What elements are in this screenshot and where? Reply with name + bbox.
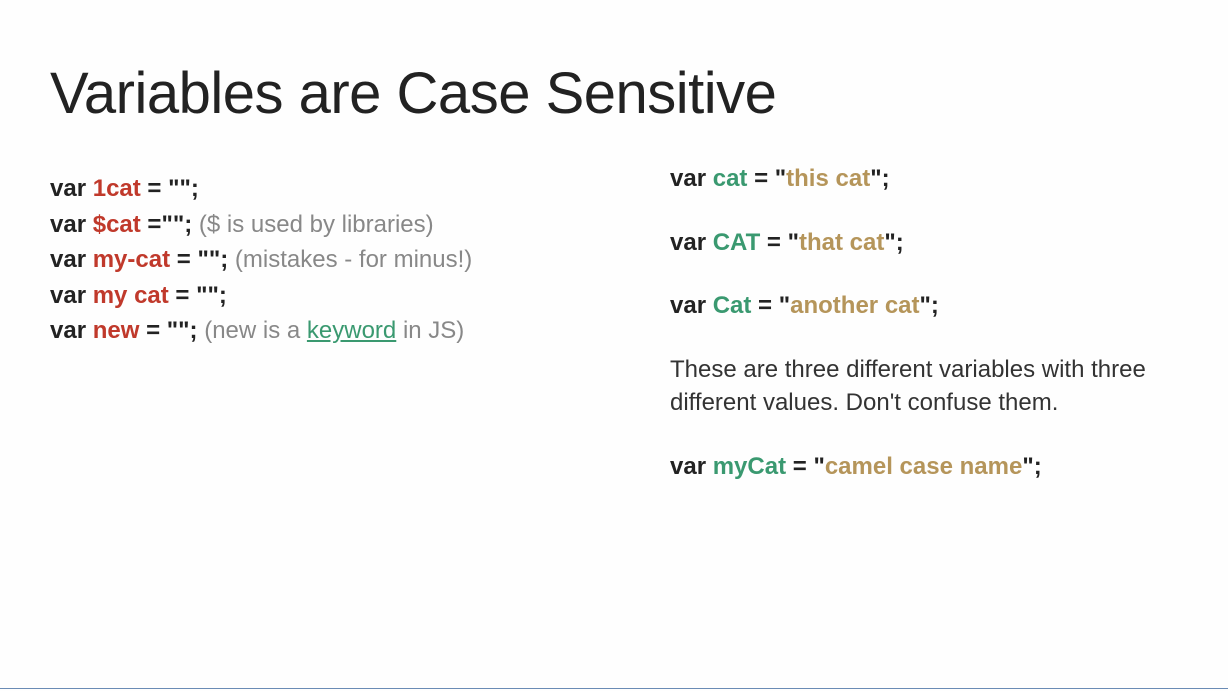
quote: " (775, 165, 786, 192)
good-variable-name: myCat (713, 453, 786, 480)
left-column: var 1cat = ""; var $cat =""; ($ is used … (50, 172, 610, 514)
content-columns: var 1cat = ""; var $cat =""; ($ is used … (50, 172, 1178, 514)
var-keyword: var (50, 211, 86, 238)
code-line: var CAT = "that cat"; (670, 226, 1178, 260)
code-line: var my cat = ""; (50, 279, 610, 313)
bad-variable-name: $cat (93, 211, 141, 238)
code-punct: = (170, 246, 197, 273)
code-punct: = (141, 211, 162, 238)
code-punct: = (747, 165, 774, 192)
code-string: "" (161, 211, 184, 238)
code-punct: = (139, 317, 166, 344)
good-variable-name: CAT (713, 229, 761, 256)
right-column: var cat = "this cat"; var CAT = "that ca… (670, 162, 1178, 514)
code-punct: ; (896, 229, 904, 256)
string-value: that cat (799, 229, 884, 256)
quote: " (788, 229, 799, 256)
bad-variable-name: new (93, 317, 140, 344)
bad-variable-name: my-cat (93, 246, 170, 273)
code-punct: ; (191, 175, 199, 202)
var-keyword: var (670, 292, 706, 319)
code-punct: = (760, 229, 787, 256)
code-line: var myCat = "camel case name"; (670, 450, 1178, 484)
code-comment: (new is a (198, 317, 307, 344)
quote: " (884, 229, 895, 256)
quote: " (813, 453, 824, 480)
code-punct: ; (190, 317, 198, 344)
string-value: another cat (790, 292, 919, 319)
bad-variable-name: my cat (93, 282, 169, 309)
var-keyword: var (50, 317, 86, 344)
string-value: this cat (786, 165, 870, 192)
code-string: "" (197, 246, 220, 273)
quote: " (920, 292, 931, 319)
code-comment: (mistakes - for minus!) (228, 246, 472, 273)
code-line: var 1cat = ""; (50, 172, 610, 206)
string-value: camel case name (825, 453, 1022, 480)
code-punct: ; (931, 292, 939, 319)
slide-title: Variables are Case Sensitive (50, 60, 1178, 127)
bad-variable-name: 1cat (93, 175, 141, 202)
code-string: "" (196, 282, 219, 309)
good-variable-name: Cat (713, 292, 752, 319)
code-string: "" (168, 175, 191, 202)
code-comment: ($ is used by libraries) (192, 211, 433, 238)
code-punct: ; (882, 165, 890, 192)
good-variable-name: cat (713, 165, 748, 192)
code-line: var Cat = "another cat"; (670, 289, 1178, 323)
quote: " (779, 292, 790, 319)
code-punct: ; (1034, 453, 1042, 480)
quote: " (1022, 453, 1033, 480)
code-punct: = (786, 453, 813, 480)
var-keyword: var (50, 246, 86, 273)
code-comment: in JS) (396, 317, 464, 344)
code-line: var new = ""; (new is a keyword in JS) (50, 314, 610, 348)
explanation-text: These are three different variables with… (670, 353, 1178, 420)
code-string: "" (167, 317, 190, 344)
var-keyword: var (670, 165, 706, 192)
code-punct: ; (219, 282, 227, 309)
bottom-border (0, 688, 1228, 689)
code-line: var $cat =""; ($ is used by libraries) (50, 208, 610, 242)
code-line: var cat = "this cat"; (670, 162, 1178, 196)
var-keyword: var (670, 453, 706, 480)
var-keyword: var (670, 229, 706, 256)
code-punct: = (169, 282, 196, 309)
code-punct: = (751, 292, 778, 319)
keyword-link[interactable]: keyword (307, 317, 396, 344)
quote: " (870, 165, 881, 192)
code-line: var my-cat = ""; (mistakes - for minus!) (50, 243, 610, 277)
var-keyword: var (50, 282, 86, 309)
var-keyword: var (50, 175, 86, 202)
code-punct: = (141, 175, 168, 202)
